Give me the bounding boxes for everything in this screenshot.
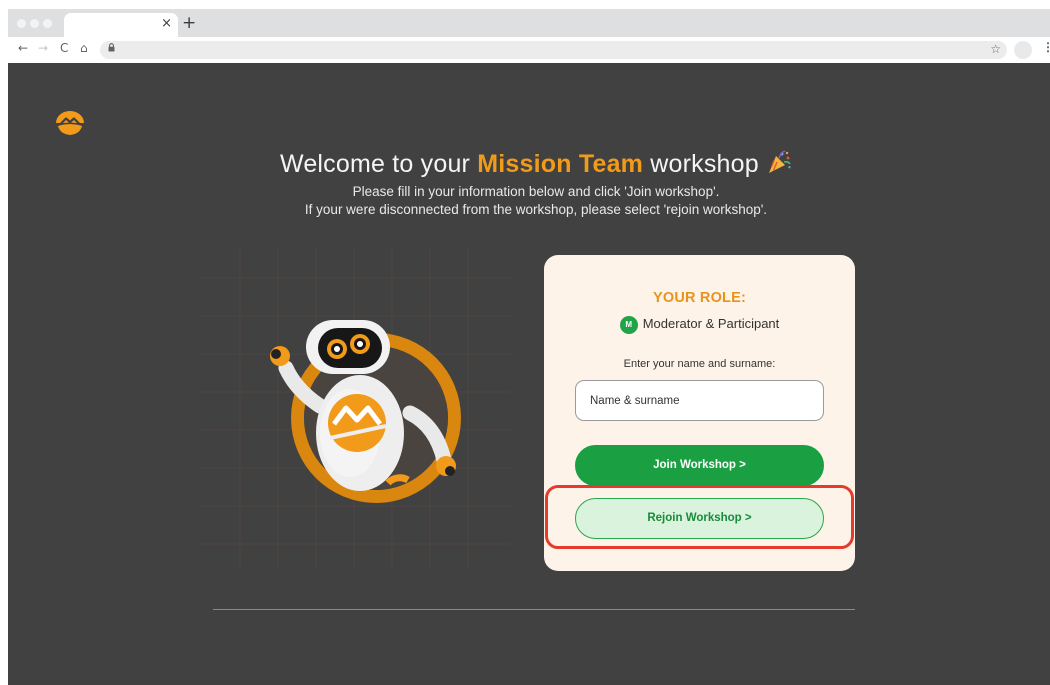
- robot-illustration: [200, 248, 510, 573]
- tab-strip: × +: [8, 9, 1050, 37]
- forward-arrow-icon[interactable]: →: [38, 41, 48, 55]
- title-accent: Mission Team: [477, 150, 644, 178]
- page-divider: [213, 609, 855, 610]
- rejoin-highlight-box: [545, 485, 854, 549]
- page-viewport: Welcome to your Mission Team workshop Pl…: [8, 63, 1050, 685]
- window-zoom-dot[interactable]: [43, 19, 52, 28]
- role-name: Moderator & Participant: [642, 316, 780, 331]
- plus-icon[interactable]: +: [182, 13, 196, 33]
- party-popper-icon: [766, 149, 792, 182]
- role-title: YOUR ROLE:: [652, 290, 747, 306]
- name-label: Enter your name and surname:: [623, 358, 776, 370]
- title-prefix: Welcome to your: [279, 150, 478, 178]
- kebab-menu-icon[interactable]: ⋮: [1042, 40, 1050, 54]
- browser-window: × + ← → C ⌂ ☆ ⋮ Welcome to your Mission …: [8, 9, 1050, 685]
- reload-icon[interactable]: C: [60, 41, 68, 55]
- star-icon[interactable]: ☆: [990, 42, 1001, 56]
- page-title: Welcome to your Mission Team workshop: [8, 149, 1050, 182]
- browser-tab[interactable]: ×: [64, 13, 178, 37]
- role-line: M Moderator & Participant: [544, 316, 855, 334]
- window-close-dot[interactable]: [17, 19, 26, 28]
- profile-avatar[interactable]: [1014, 41, 1032, 59]
- lock-icon: [108, 43, 115, 54]
- title-suffix: workshop: [643, 150, 759, 178]
- back-arrow-icon[interactable]: ←: [18, 41, 28, 55]
- window-minimize-dot[interactable]: [30, 19, 39, 28]
- logo-icon[interactable]: [54, 108, 86, 141]
- name-input[interactable]: [575, 380, 824, 421]
- home-icon[interactable]: ⌂: [80, 41, 88, 55]
- subtitle-line-1: Please fill in your information below an…: [352, 184, 720, 199]
- address-bar[interactable]: ☆: [100, 41, 1007, 59]
- join-workshop-button[interactable]: Join Workshop >: [575, 445, 824, 486]
- browser-toolbar: ← → C ⌂ ☆ ⋮: [8, 37, 1050, 63]
- close-icon[interactable]: ×: [161, 16, 172, 31]
- role-badge: M: [619, 316, 638, 334]
- subtitle-line-2: If your were disconnected from the works…: [304, 202, 768, 217]
